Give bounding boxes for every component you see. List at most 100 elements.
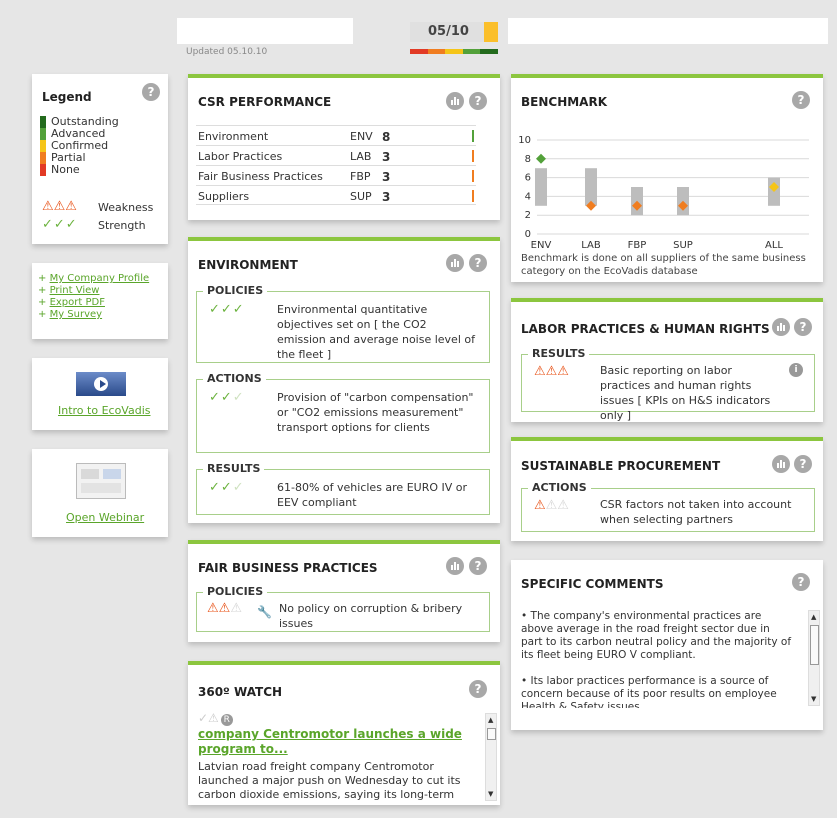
benchmark-title: BENCHMARK <box>521 95 608 109</box>
score-indicator <box>472 170 474 182</box>
news-body: Latvian road freight company Centromotor… <box>198 760 461 801</box>
environment-panel: ENVIRONMENT ? POLICIES ✓✓✓ Environmental… <box>188 237 500 523</box>
news-headline-link[interactable]: company Centromotor launches a wide prog… <box>198 727 468 757</box>
chart-icon[interactable] <box>446 557 464 575</box>
help-icon[interactable]: ? <box>142 83 160 101</box>
csr-code: ENV <box>350 130 373 143</box>
watch-title: 360º WATCH <box>198 685 283 699</box>
strength-icon: ✓✓✓ <box>209 480 245 495</box>
weakness-label: Weakness <box>98 201 154 214</box>
sidebar-link[interactable]: + My Company Profile <box>38 273 149 285</box>
score-indicator <box>472 130 474 142</box>
labor-title: LABOR PRACTICES & HUMAN RIGHTS <box>521 322 770 336</box>
labor-results-text: Basic reporting on labor practices and h… <box>600 364 771 422</box>
chart-icon[interactable] <box>772 318 790 336</box>
video-thumbnail-icon[interactable] <box>76 372 126 396</box>
legend-swatch <box>40 116 46 128</box>
actions-box: ACTIONS ⚠⚠⚠ CSR factors not taken into a… <box>521 481 815 532</box>
sidebar-link[interactable]: + Export PDF <box>38 297 149 309</box>
procurement-actions-text: CSR factors not taken into account when … <box>600 498 792 526</box>
score-indicator <box>472 150 474 162</box>
comments-text: • The company's environmental practices … <box>521 610 793 708</box>
csr-score: 3 <box>382 170 391 184</box>
actions-label: ACTIONS <box>203 372 266 385</box>
wrench-icon: 🔧 <box>257 605 272 619</box>
legend-swatch <box>40 140 46 152</box>
updated-date: Updated 05.10.10 <box>186 47 268 57</box>
help-icon[interactable]: ? <box>469 254 487 272</box>
results-label: RESULTS <box>203 462 265 475</box>
legend-swatch <box>40 164 46 176</box>
help-icon[interactable]: ? <box>792 573 810 591</box>
x-tick-label: FBP <box>628 240 647 250</box>
sidebar-link-label[interactable]: Print View <box>50 285 100 296</box>
results-label: RESULTS <box>528 347 590 360</box>
benchmark-panel: BENCHMARK ? 0 2 4 6 8 10 ENV LAB FBP SUP ALL Bench… <box>511 74 823 282</box>
csr-title: CSR PERFORMANCE <box>198 95 332 109</box>
comment-paragraph: • Its labor practices performance is a s… <box>521 675 777 708</box>
actions-text: Provision of "carbon compensation" or "C… <box>277 391 474 434</box>
help-icon[interactable]: ? <box>794 318 812 336</box>
help-icon[interactable]: ? <box>794 455 812 473</box>
x-tick-label: SUP <box>673 240 693 250</box>
x-tick-label: ALL <box>765 240 783 250</box>
legend-title: Legend <box>42 90 92 104</box>
y-tick-label: 6 <box>525 173 531 184</box>
webinar-thumbnail-icon[interactable] <box>76 463 126 499</box>
actions-label: ACTIONS <box>528 481 591 494</box>
chart-icon[interactable] <box>772 455 790 473</box>
comments-scrollbar[interactable]: ▲ ▼ <box>808 610 820 706</box>
watch-panel: 360º WATCH ? ✓⚠ R company Centromotor lau… <box>188 661 500 805</box>
score-box: 05/10 <box>410 22 484 42</box>
sidebar-link[interactable]: + Print View <box>38 285 149 297</box>
results-box: RESULTS ✓✓✓ 61-80% of vehicles are EURO … <box>196 462 490 515</box>
strength-icon: ✓✓✓ <box>209 302 245 317</box>
sidebar-link-label[interactable]: My Survey <box>50 309 103 320</box>
legend-panel: Legend ? Outstanding Advanced Confirmed Par… <box>32 74 168 244</box>
legend-swatch <box>40 128 46 140</box>
y-tick-label: 4 <box>525 191 531 202</box>
range-bar <box>535 168 547 206</box>
weakness-icon: ⚠⚠⚠ <box>42 199 77 214</box>
procurement-title: SUSTAINABLE PROCUREMENT <box>521 459 721 473</box>
csr-code: SUP <box>350 190 372 203</box>
x-tick-label: ENV <box>531 240 552 250</box>
table-row: Fair Business Practices FBP 3 <box>196 165 476 185</box>
links-list: + My Company Profile + Print View + Export… <box>38 273 149 321</box>
sidebar-link[interactable]: + My Survey <box>38 309 149 321</box>
comments-title: SPECIFIC COMMENTS <box>521 577 664 591</box>
y-tick-label: 0 <box>525 229 531 240</box>
csr-panel: CSR PERFORMANCE ? Environment ENV 8 Labor P… <box>188 74 500 220</box>
csr-name: Labor Practices <box>198 150 283 163</box>
fbp-title: FAIR BUSINESS PRACTICES <box>198 561 378 575</box>
strength-label: Strength <box>98 219 146 232</box>
policies-label: POLICIES <box>203 585 268 598</box>
csr-score: 3 <box>382 150 391 164</box>
procurement-panel: SUSTAINABLE PROCUREMENT ? ACTIONS ⚠⚠⚠ CS… <box>511 437 823 541</box>
policies-box: POLICIES ⚠⚠⚠ 🔧 No policy on corruption &… <box>196 585 490 632</box>
help-icon[interactable]: ? <box>792 91 810 109</box>
news-rating-icons: ✓⚠ R <box>198 711 233 726</box>
watch-scrollbar[interactable]: ▲ ▼ <box>485 713 497 801</box>
benchmark-note: Benchmark is done on all suppliers of th… <box>521 253 806 277</box>
comment-paragraph: • The company's environmental practices … <box>521 610 792 661</box>
help-icon[interactable]: ? <box>469 557 487 575</box>
sidebar-link-label[interactable]: Export PDF <box>50 297 105 308</box>
webinar-link[interactable]: Open Webinar <box>66 511 144 524</box>
csr-name: Environment <box>198 130 269 143</box>
csr-table: Environment ENV 8 Labor Practices LAB 3 Fair B… <box>196 125 476 205</box>
sidebar-link-label[interactable]: My Company Profile <box>50 273 150 284</box>
score-scale <box>410 49 498 54</box>
help-icon[interactable]: ? <box>469 680 487 698</box>
chart-icon[interactable] <box>446 92 464 110</box>
bullet-icon: + <box>38 309 50 320</box>
intro-link[interactable]: Intro to EcoVadis <box>58 404 151 417</box>
intro-panel: Intro to EcoVadis <box>32 358 168 430</box>
table-row: Suppliers SUP 3 <box>196 185 476 205</box>
x-tick-label: LAB <box>581 240 601 250</box>
info-icon[interactable]: i <box>789 363 803 377</box>
csr-name: Suppliers <box>198 190 250 203</box>
help-icon[interactable]: ? <box>469 92 487 110</box>
chart-icon[interactable] <box>446 254 464 272</box>
csr-name: Fair Business Practices <box>198 170 323 183</box>
